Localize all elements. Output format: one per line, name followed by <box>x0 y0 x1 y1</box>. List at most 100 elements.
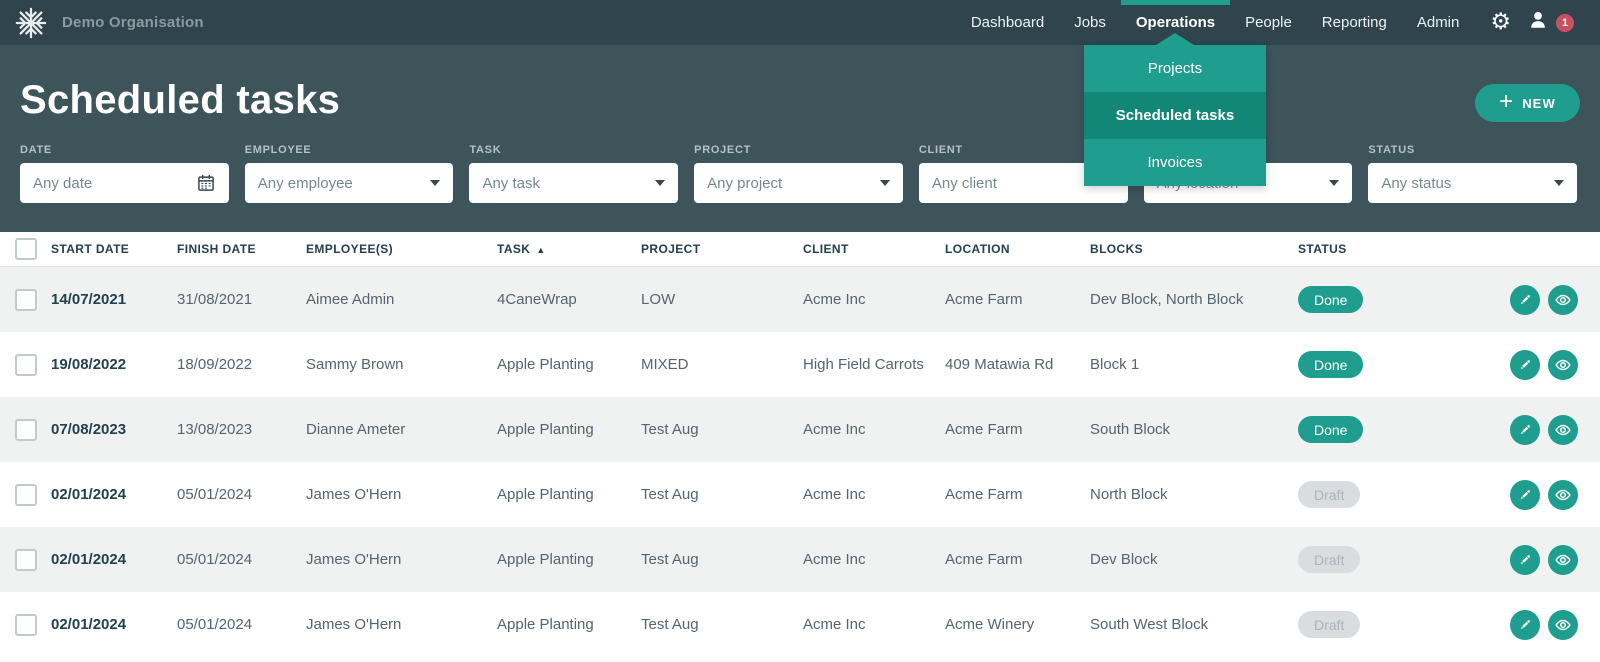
cell-location: Acme Farm <box>945 486 1090 503</box>
checkbox-cell <box>0 289 51 311</box>
filter-field[interactable]: Any employee <box>245 163 454 203</box>
row-actions <box>1460 610 1600 640</box>
column-header[interactable]: LOCATION▲ <box>945 242 1090 256</box>
chevron-down-icon <box>655 180 665 186</box>
filter-field[interactable]: Any project <box>694 163 903 203</box>
cell-finish-date: 18/09/2022 <box>177 356 306 373</box>
top-nav: Demo Organisation Dashboard Jobs Operati… <box>0 0 1600 45</box>
column-header[interactable]: TASK▲ <box>497 242 641 256</box>
calendar-icon <box>196 173 216 193</box>
select-all-checkbox[interactable] <box>15 238 37 260</box>
cell-client: High Field Carrots <box>803 356 945 373</box>
row-checkbox[interactable] <box>15 614 37 636</box>
cell-task: Apple Planting <box>497 551 641 568</box>
org-logo-icon <box>14 6 48 40</box>
row-actions <box>1460 480 1600 510</box>
chevron-down-icon <box>880 180 890 186</box>
filter-label: EMPLOYEE <box>245 144 454 156</box>
eye-icon <box>1554 486 1572 504</box>
pencil-icon <box>1517 487 1533 503</box>
chevron-down-icon <box>1329 180 1339 186</box>
nav-icons: ⚙ 1 <box>1474 9 1600 36</box>
cell-status: Draft <box>1298 546 1460 573</box>
table-body: 14/07/2021 31/08/2021 Aimee Admin 4CaneW… <box>0 267 1600 657</box>
row-checkbox[interactable] <box>15 484 37 506</box>
filter-field[interactable]: Any status <box>1368 163 1577 203</box>
cell-client: Acme Inc <box>803 616 945 633</box>
cell-status: Done <box>1298 416 1460 443</box>
cell-project: Test Aug <box>641 551 803 568</box>
status-badge: Done <box>1298 351 1363 378</box>
new-button-label: NEW <box>1522 96 1556 111</box>
dropdown-menu-item[interactable]: Scheduled tasks <box>1084 92 1266 139</box>
nav-item[interactable]: Admin <box>1402 0 1475 45</box>
cell-blocks: South West Block <box>1090 616 1298 633</box>
row-checkbox[interactable] <box>15 354 37 376</box>
cell-start-date: 07/08/2023 <box>51 421 177 438</box>
view-button[interactable] <box>1548 480 1578 510</box>
cell-employees: Dianne Ameter <box>306 421 497 438</box>
person-icon[interactable] <box>1527 9 1549 36</box>
filter-field[interactable]: Any task <box>469 163 678 203</box>
dropdown-menu-item[interactable]: Projects <box>1084 45 1266 92</box>
cell-status: Done <box>1298 286 1460 313</box>
column-header[interactable]: CLIENT▲ <box>803 242 945 256</box>
plus-icon <box>1499 92 1513 114</box>
checkbox-cell <box>0 419 51 441</box>
column-header-label: PROJECT <box>641 242 700 256</box>
column-header-label: EMPLOYEE(S) <box>306 242 393 256</box>
row-checkbox[interactable] <box>15 419 37 441</box>
filter-label: DATE <box>20 144 229 156</box>
edit-button[interactable] <box>1510 545 1540 575</box>
view-button[interactable] <box>1548 350 1578 380</box>
cell-location: Acme Winery <box>945 616 1090 633</box>
table-header: START DATE▲ FINISH DATE▲ EMPLOYEE(S)▲ TA… <box>0 232 1600 267</box>
cell-project: LOW <box>641 291 803 308</box>
nav-item[interactable]: Reporting <box>1307 0 1402 45</box>
view-button[interactable] <box>1548 545 1578 575</box>
view-button[interactable] <box>1548 610 1578 640</box>
edit-button[interactable] <box>1510 610 1540 640</box>
row-actions <box>1460 285 1600 315</box>
edit-button[interactable] <box>1510 350 1540 380</box>
view-button[interactable] <box>1548 285 1578 315</box>
filter: EMPLOYEE Any employee <box>245 144 454 203</box>
nav-item[interactable]: Dashboard <box>956 0 1059 45</box>
row-checkbox[interactable] <box>15 289 37 311</box>
gear-icon[interactable]: ⚙ <box>1490 11 1511 34</box>
user-menu[interactable]: 1 <box>1527 9 1574 36</box>
notification-badge: 1 <box>1556 14 1574 32</box>
filter-field[interactable]: Any date <box>20 163 229 203</box>
pencil-icon <box>1517 357 1533 373</box>
column-header-label: BLOCKS <box>1090 242 1143 256</box>
dropdown-menu-item[interactable]: Invoices <box>1084 139 1266 186</box>
status-badge: Draft <box>1298 546 1360 573</box>
column-header[interactable]: FINISH DATE▲ <box>177 242 306 256</box>
filter-label: TASK <box>469 144 678 156</box>
edit-button[interactable] <box>1510 415 1540 445</box>
column-header[interactable]: START DATE▲ <box>51 242 177 256</box>
eye-icon <box>1554 356 1572 374</box>
eye-icon <box>1554 421 1572 439</box>
edit-button[interactable] <box>1510 480 1540 510</box>
status-badge: Done <box>1298 286 1363 313</box>
cell-start-date: 02/01/2024 <box>51 486 177 503</box>
cell-blocks: Block 1 <box>1090 356 1298 373</box>
edit-button[interactable] <box>1510 285 1540 315</box>
table-row: 02/01/2024 05/01/2024 James O'Hern Apple… <box>0 462 1600 527</box>
row-actions <box>1460 545 1600 575</box>
row-checkbox[interactable] <box>15 549 37 571</box>
new-button[interactable]: NEW <box>1475 84 1580 122</box>
column-header[interactable]: EMPLOYEE(S)▲ <box>306 242 497 256</box>
nav-item[interactable]: Jobs <box>1059 0 1121 45</box>
column-header-label: LOCATION <box>945 242 1010 256</box>
cell-employees: Sammy Brown <box>306 356 497 373</box>
cell-client: Acme Inc <box>803 551 945 568</box>
column-header[interactable]: PROJECT▲ <box>641 242 803 256</box>
nav-item[interactable]: People <box>1230 0 1307 45</box>
cell-employees: James O'Hern <box>306 486 497 503</box>
eye-icon <box>1554 551 1572 569</box>
column-header[interactable]: BLOCKS▲ <box>1090 242 1298 256</box>
column-header[interactable]: STATUS▲ <box>1298 242 1460 256</box>
view-button[interactable] <box>1548 415 1578 445</box>
